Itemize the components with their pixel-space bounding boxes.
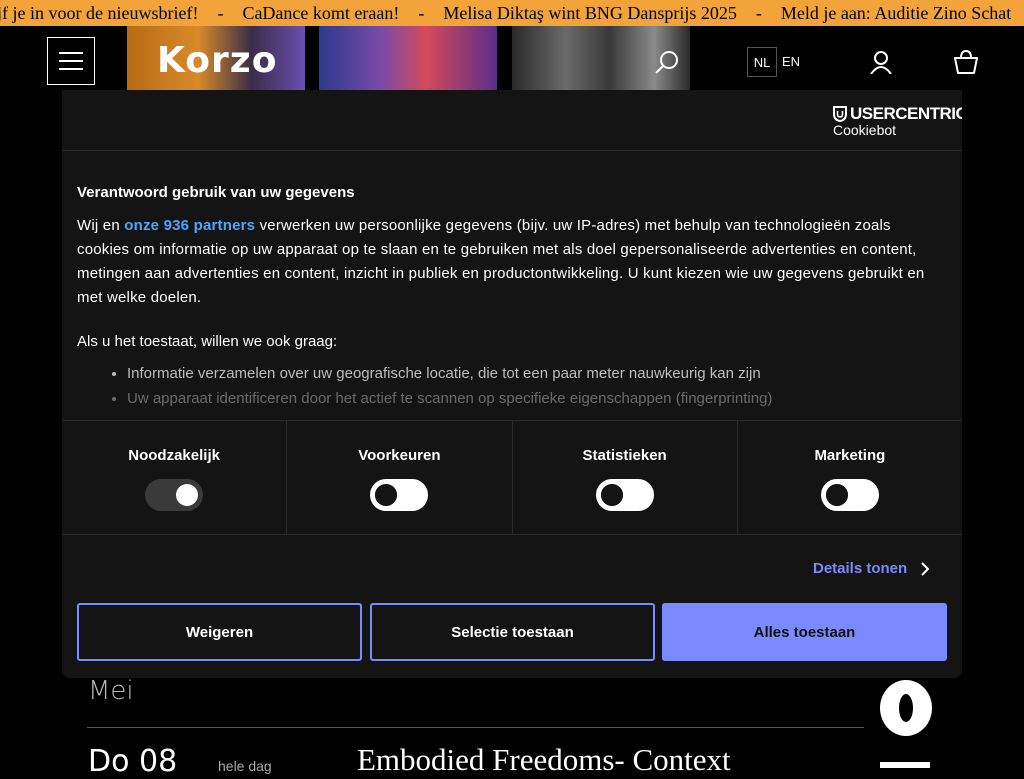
partners-link[interactable]: onze 936 partners — [124, 217, 255, 234]
ticker-separator: - — [217, 3, 224, 23]
toggle-knob — [600, 484, 623, 506]
side-block — [880, 762, 930, 768]
consent-categories: Noodzakelijk Voorkeuren Statistieken Mar… — [62, 420, 962, 535]
category-label: Statistieken — [582, 447, 667, 464]
menu-button[interactable] — [47, 37, 95, 85]
category-preferences: Voorkeuren — [287, 421, 513, 534]
event-time: hele dag — [218, 758, 272, 774]
site-logo[interactable]: Korzo — [157, 40, 277, 81]
header-image-2 — [319, 26, 497, 90]
ticker-separator: - — [755, 3, 762, 23]
allow-all-button[interactable]: Alles toestaan — [662, 603, 947, 661]
show-details-link[interactable]: Details tonen — [813, 560, 930, 577]
cookie-consent-dialog: USERCENTRICS Cookiebot Verantwoord gebru… — [62, 90, 962, 678]
deny-button[interactable]: Weigeren — [77, 603, 362, 661]
toggle-knob — [825, 484, 848, 506]
toggle-knob — [375, 484, 398, 506]
category-label: Marketing — [814, 447, 886, 464]
ticker-item[interactable]: ijf je in voor de nieuwsbrief! — [0, 0, 198, 26]
category-statistics: Statistieken — [513, 421, 738, 534]
ticker-item[interactable]: Melisa Diktaş wint BNG Dansprijs 2025 — [443, 0, 736, 26]
brand-subtitle: Cookiebot — [833, 122, 897, 138]
ticker-separator: - — [418, 3, 425, 23]
language-nl[interactable]: NL — [747, 47, 777, 77]
category-necessary: Noodzakelijk — [62, 421, 288, 534]
chevron-right-icon — [921, 561, 930, 576]
language-en[interactable]: EN — [782, 47, 800, 77]
additional-consent-intro: Als u het toestaat, willen we ook graag: — [77, 333, 338, 350]
shield-icon — [833, 106, 847, 122]
list-item: Uw apparaat identificeren door het actie… — [127, 386, 772, 411]
event-title[interactable]: Embodied Freedoms- Context — [357, 742, 731, 778]
ticker-item[interactable]: Meld je aan: Auditie Zino Schat — [781, 0, 1011, 26]
ticker-track: ijf je in voor de nieuwsbrief! - CaDance… — [0, 0, 1011, 26]
category-marketing: Marketing — [738, 421, 962, 534]
description-prefix: Wij en — [77, 217, 125, 234]
dialog-description: Wij en onze 936 partners verwerken uw pe… — [77, 214, 947, 310]
hamburger-line — [59, 52, 83, 54]
user-icon[interactable] — [869, 50, 893, 74]
usercentrics-logo: USERCENTRICS — [833, 104, 962, 124]
news-ticker[interactable]: ijf je in voor de nieuwsbrief! - CaDance… — [0, 0, 1024, 26]
preferences-toggle[interactable] — [370, 479, 429, 511]
hamburger-line — [59, 60, 83, 62]
category-label: Noodzakelijk — [128, 447, 220, 464]
cart-icon[interactable] — [953, 49, 979, 75]
necessary-toggle — [145, 479, 204, 511]
side-letter-icon — [880, 680, 932, 736]
category-label: Voorkeuren — [358, 447, 441, 464]
list-item: Informatie verzamelen over uw geografisc… — [127, 361, 772, 386]
brand-name: USERCENTRICS — [850, 104, 962, 123]
event-month: Mei — [88, 676, 134, 706]
statistics-toggle[interactable] — [595, 479, 654, 511]
list-divider — [87, 727, 864, 728]
event-date: Do 08 — [88, 744, 178, 779]
allow-selection-button[interactable]: Selectie toestaan — [370, 603, 655, 661]
dialog-title: Verantwoord gebruik van uw gegevens — [77, 184, 355, 201]
details-label: Details tonen — [813, 560, 908, 577]
additional-consent-list: Informatie verzamelen over uw geografisc… — [107, 361, 772, 411]
dialog-header: USERCENTRICS Cookiebot — [62, 90, 962, 151]
hamburger-line — [59, 68, 83, 70]
marketing-toggle[interactable] — [820, 479, 879, 511]
toggle-knob — [176, 484, 199, 506]
search-icon[interactable] — [654, 49, 680, 75]
ticker-item[interactable]: CaDance komt eraan! — [242, 0, 399, 26]
